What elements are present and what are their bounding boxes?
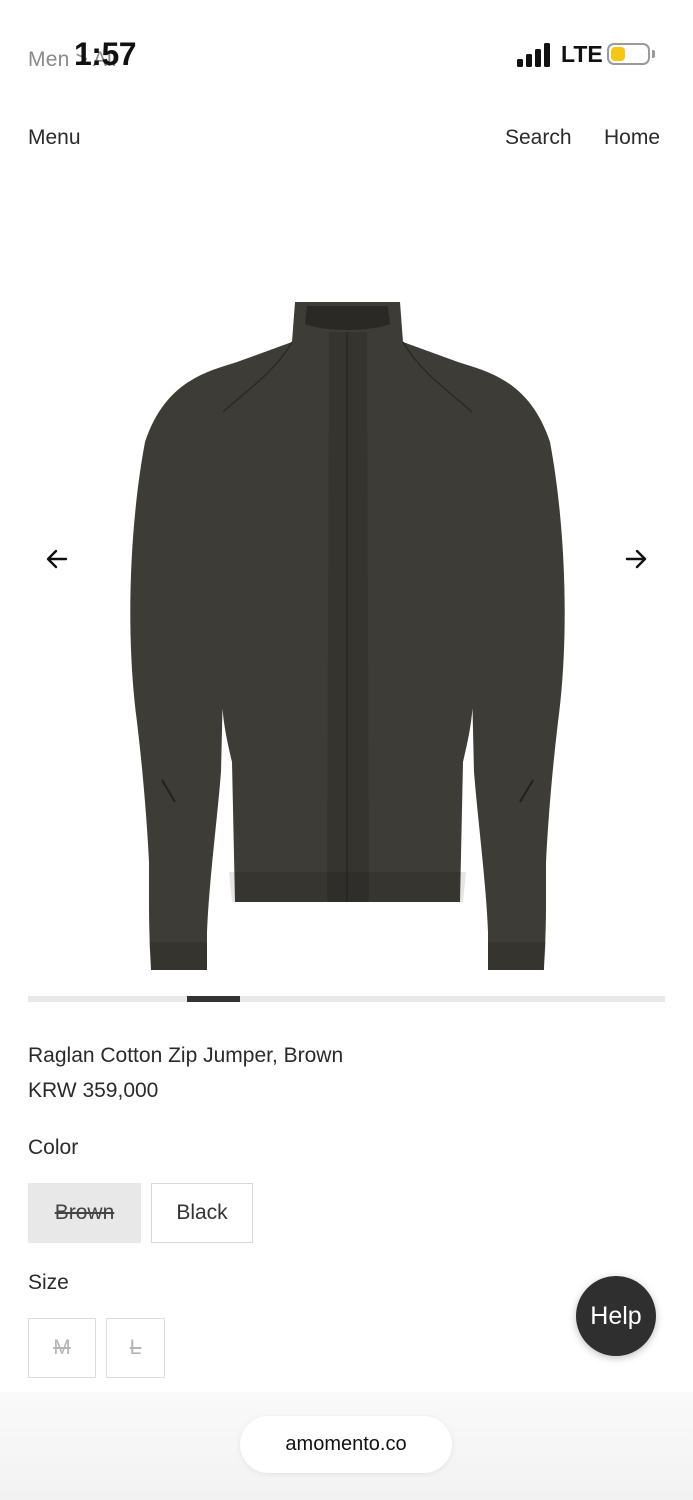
arrow-right-icon[interactable] [623,546,649,572]
network-type: LTE [561,41,603,67]
url-bar[interactable]: amomento.co [240,1416,452,1473]
arrow-left-icon[interactable] [44,546,70,572]
color-option-black[interactable]: Black [151,1183,253,1243]
product-gallery[interactable] [0,170,693,970]
product-price: KRW 359,000 [28,1079,159,1102]
header-nav: Menu Search Home [0,120,693,160]
battery-icon [607,43,650,65]
battery-level-fill [611,47,625,61]
size-label: Size [28,1271,69,1294]
status-bar: Men > All 1:57 LTE [0,0,693,110]
product-name: Raglan Cotton Zip Jumper, Brown [28,1044,344,1067]
jacket-product-image [130,302,565,970]
battery-cap [652,50,655,58]
color-option-brown[interactable]: Brown [28,1183,141,1243]
size-option-m[interactable]: M [28,1318,96,1378]
search-link[interactable]: Search [505,126,572,150]
carousel-progress-indicator [187,996,240,1002]
help-button[interactable]: Help [576,1276,656,1356]
browser-bottom-bar: amomento.co [0,1392,693,1500]
status-time: 1:57 [74,36,137,72]
cellular-signal-icon [517,43,553,67]
color-label: Color [28,1136,79,1159]
menu-link[interactable]: Menu [28,126,81,150]
carousel-progress-track[interactable] [28,996,665,1002]
size-option-l[interactable]: L [106,1318,165,1378]
home-link[interactable]: Home [604,126,660,150]
